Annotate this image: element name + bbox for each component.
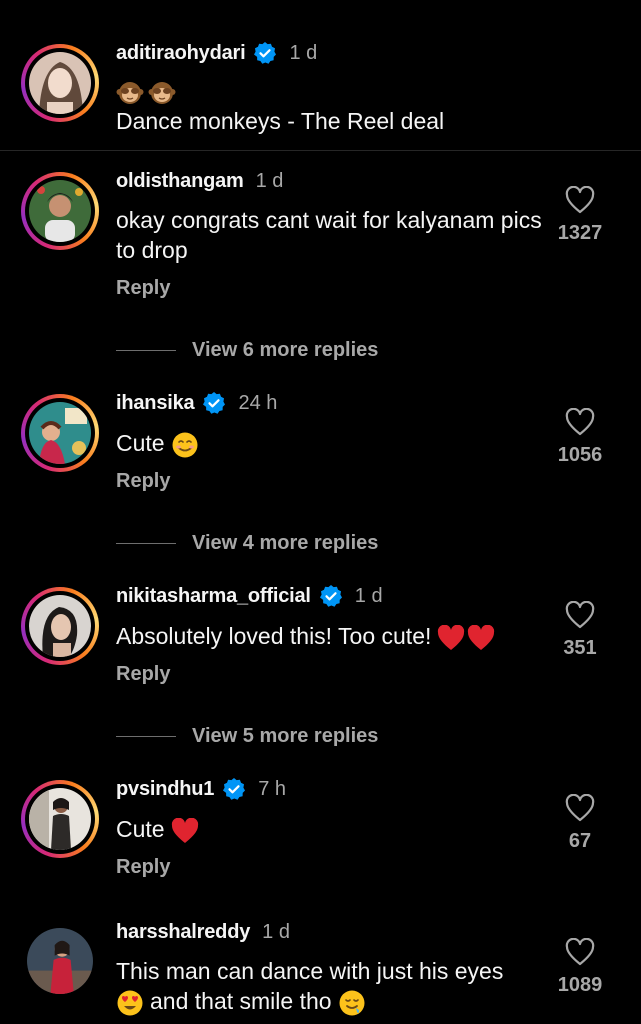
comment-text-row: Cute <box>116 814 546 844</box>
username[interactable]: pvsindhu1 <box>116 778 214 801</box>
story-ring[interactable] <box>21 780 99 858</box>
like-button[interactable]: 1089 <box>550 938 610 997</box>
divider-line <box>116 542 176 544</box>
like-count: 1056 <box>557 444 603 466</box>
heart-outline-icon[interactable] <box>565 186 595 214</box>
view-more-replies[interactable]: View 4 more replies <box>116 529 378 557</box>
username[interactable]: oldisthangam <box>116 170 244 193</box>
timestamp: 1 d <box>354 584 383 607</box>
reply-button[interactable]: Reply <box>116 663 170 686</box>
avatar[interactable] <box>29 52 91 114</box>
like-button[interactable]: 1056 <box>550 408 610 467</box>
view-more-replies-label[interactable]: View 6 more replies <box>192 339 378 362</box>
like-button[interactable]: 351 <box>550 601 610 660</box>
heart-outline-icon[interactable] <box>565 601 595 629</box>
divider-line <box>116 349 176 351</box>
comment-text-row: and that smile tho <box>116 986 546 1017</box>
timestamp: 1 d <box>262 920 290 943</box>
smiling-face-icon <box>171 431 199 459</box>
username[interactable]: aditiraohydari <box>116 42 246 65</box>
heart-outline-icon[interactable] <box>565 794 595 822</box>
username[interactable]: ihansika <box>116 392 195 415</box>
heart-eyes-icon <box>116 989 144 1017</box>
like-count: 351 <box>563 637 597 659</box>
comment-text: Cute <box>116 816 165 842</box>
comment-text: and that smile tho <box>150 988 332 1014</box>
timestamp: 7 h <box>258 777 287 800</box>
reply-button[interactable]: Reply <box>116 277 170 300</box>
username[interactable]: harsshalreddy <box>116 921 250 944</box>
verified-badge-icon <box>202 391 226 415</box>
timestamp: 24 h <box>238 391 278 414</box>
story-ring[interactable] <box>21 44 99 122</box>
drooling-face-icon <box>338 989 366 1017</box>
avatar[interactable] <box>29 595 91 657</box>
comment-text: okay congrats cant wait for kalyanam pic… <box>116 207 542 263</box>
story-ring[interactable] <box>21 587 99 665</box>
comment-text-line: This man can dance with just his eyes <box>116 958 504 984</box>
avatar[interactable] <box>29 788 91 850</box>
caption-comment: aditiraohydari 1 d Dance monkeys - The R… <box>0 0 641 151</box>
caption-text: Dance monkeys - The Reel deal <box>116 108 445 134</box>
avatar[interactable] <box>29 402 91 464</box>
view-more-replies[interactable]: View 5 more replies <box>116 722 378 750</box>
like-count: 1089 <box>557 974 603 996</box>
timestamp: 1 d <box>289 41 318 64</box>
heart-outline-icon[interactable] <box>565 408 595 436</box>
avatar-frame[interactable] <box>21 922 99 1000</box>
avatar[interactable] <box>29 180 91 242</box>
like-button[interactable]: 67 <box>550 794 610 853</box>
like-count: 1327 <box>557 222 603 244</box>
story-ring[interactable] <box>21 172 99 250</box>
view-more-replies-label[interactable]: View 4 more replies <box>192 532 378 555</box>
story-ring[interactable] <box>21 394 99 472</box>
like-button[interactable]: 1327 <box>550 186 610 245</box>
reply-button[interactable]: Reply <box>116 856 170 879</box>
view-more-replies[interactable]: View 6 more replies <box>116 336 378 364</box>
reply-button[interactable]: Reply <box>116 470 170 493</box>
red-heart-icon <box>467 624 495 651</box>
view-more-replies-label[interactable]: View 5 more replies <box>192 725 378 748</box>
comment-text: Absolutely loved this! Too cute! <box>116 623 432 649</box>
comment-text-row: Cute <box>116 428 546 459</box>
comment-text: Cute <box>116 430 165 456</box>
red-heart-icon <box>171 817 199 844</box>
username[interactable]: nikitasharma_official <box>116 585 311 608</box>
red-heart-icon <box>437 624 465 651</box>
verified-badge-icon <box>319 584 343 608</box>
comment-text-row: Absolutely loved this! Too cute! <box>116 621 546 651</box>
like-count: 67 <box>568 830 592 852</box>
heart-outline-icon[interactable] <box>565 938 595 966</box>
timestamp: 1 d <box>255 169 284 192</box>
divider-line <box>116 735 176 737</box>
verified-badge-icon <box>253 41 277 65</box>
avatar[interactable] <box>27 928 93 994</box>
verified-badge-icon <box>222 777 246 801</box>
